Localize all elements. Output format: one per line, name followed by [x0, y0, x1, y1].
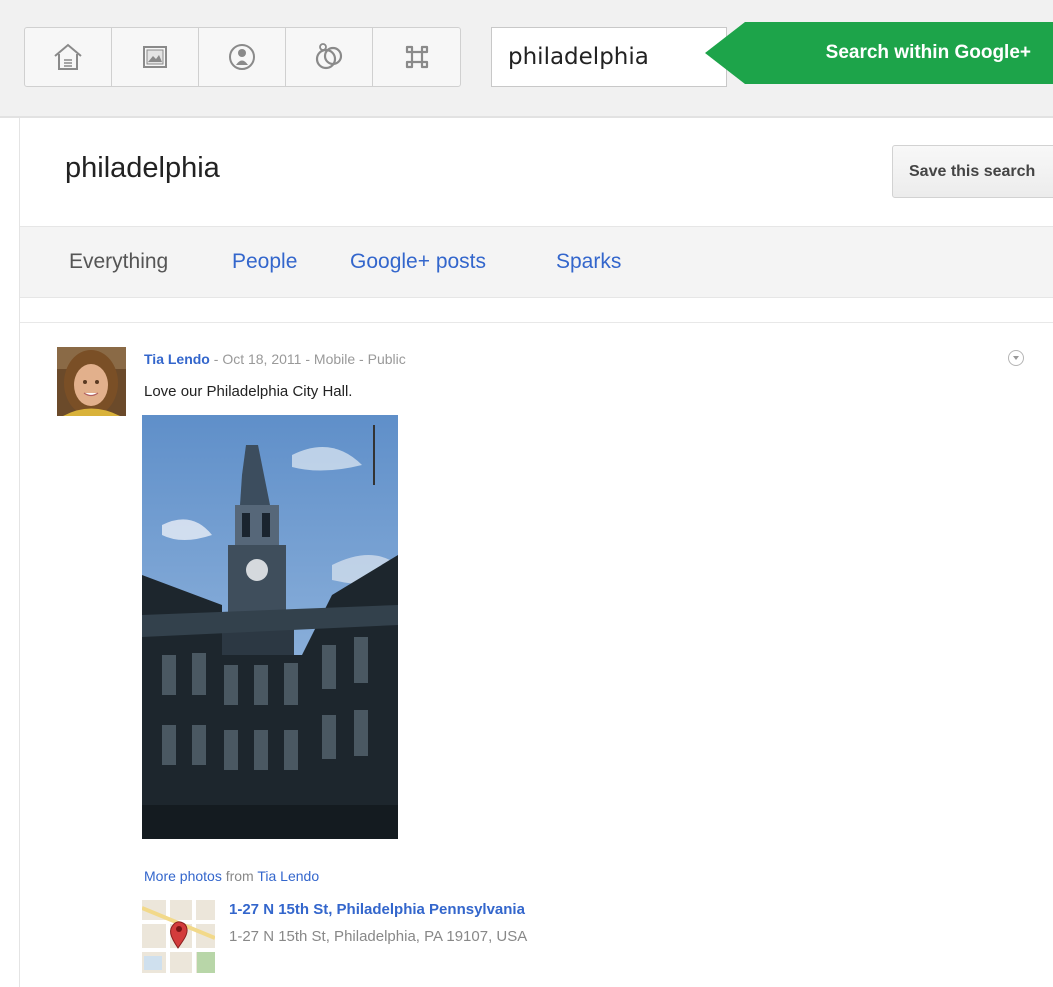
top-bar: Search within Google+ — [0, 0, 1053, 118]
profile-icon — [229, 44, 255, 70]
nav-photos-button[interactable] — [112, 28, 199, 86]
post-options-chevron-down-icon[interactable] — [1008, 350, 1024, 366]
location-link[interactable]: 1-27 N 15th St, Philadelphia Pennsylvani… — [229, 901, 525, 918]
search-within-google-plus-button[interactable]: Search within Google+ — [705, 22, 1053, 84]
meta-separator: - — [209, 351, 223, 367]
meta-separator: - — [355, 351, 368, 367]
nav-home-button[interactable] — [25, 28, 112, 86]
search-input[interactable] — [491, 27, 727, 87]
divider — [20, 322, 1053, 323]
post-source: Mobile — [313, 351, 356, 367]
search-tabs: Everything People Google+ posts Sparks — [20, 226, 1053, 298]
post-text: Love our Philadelphia City Hall. — [144, 383, 353, 400]
from-text: from — [221, 868, 258, 884]
more-photos-link[interactable]: More photos — [144, 868, 222, 884]
tab-sparks[interactable]: Sparks — [556, 250, 621, 274]
tab-people[interactable]: People — [232, 250, 297, 274]
post-author-link[interactable]: Tia Lendo — [144, 351, 210, 367]
post-date[interactable]: Oct 18, 2011 — [222, 351, 301, 367]
post-visibility[interactable]: Public — [368, 351, 406, 367]
post-meta: Tia Lendo - Oct 18, 2011 - Mobile - Publ… — [144, 351, 406, 367]
more-photos: More photos from Tia Lendo — [144, 868, 319, 884]
games-icon — [405, 45, 428, 69]
page-title: philadelphia — [65, 152, 220, 184]
circles-icon — [315, 43, 343, 70]
nav-button-group — [24, 27, 461, 87]
avatar[interactable] — [57, 347, 126, 416]
save-search-button[interactable]: Save this search — [892, 145, 1053, 198]
more-photos-author-link[interactable]: Tia Lendo — [257, 868, 319, 884]
map-thumbnail[interactable] — [142, 900, 215, 973]
nav-circles-button[interactable] — [286, 28, 373, 86]
nav-profile-button[interactable] — [199, 28, 286, 86]
tab-everything[interactable]: Everything — [69, 250, 168, 274]
photos-icon — [143, 46, 167, 68]
location-address: 1-27 N 15th St, Philadelphia, PA 19107, … — [229, 928, 528, 945]
meta-separator: - — [301, 351, 314, 367]
home-icon — [54, 43, 82, 70]
nav-games-button[interactable] — [373, 28, 460, 86]
post-photo[interactable] — [142, 415, 398, 839]
tab-google-plus-posts[interactable]: Google+ posts — [350, 250, 486, 274]
